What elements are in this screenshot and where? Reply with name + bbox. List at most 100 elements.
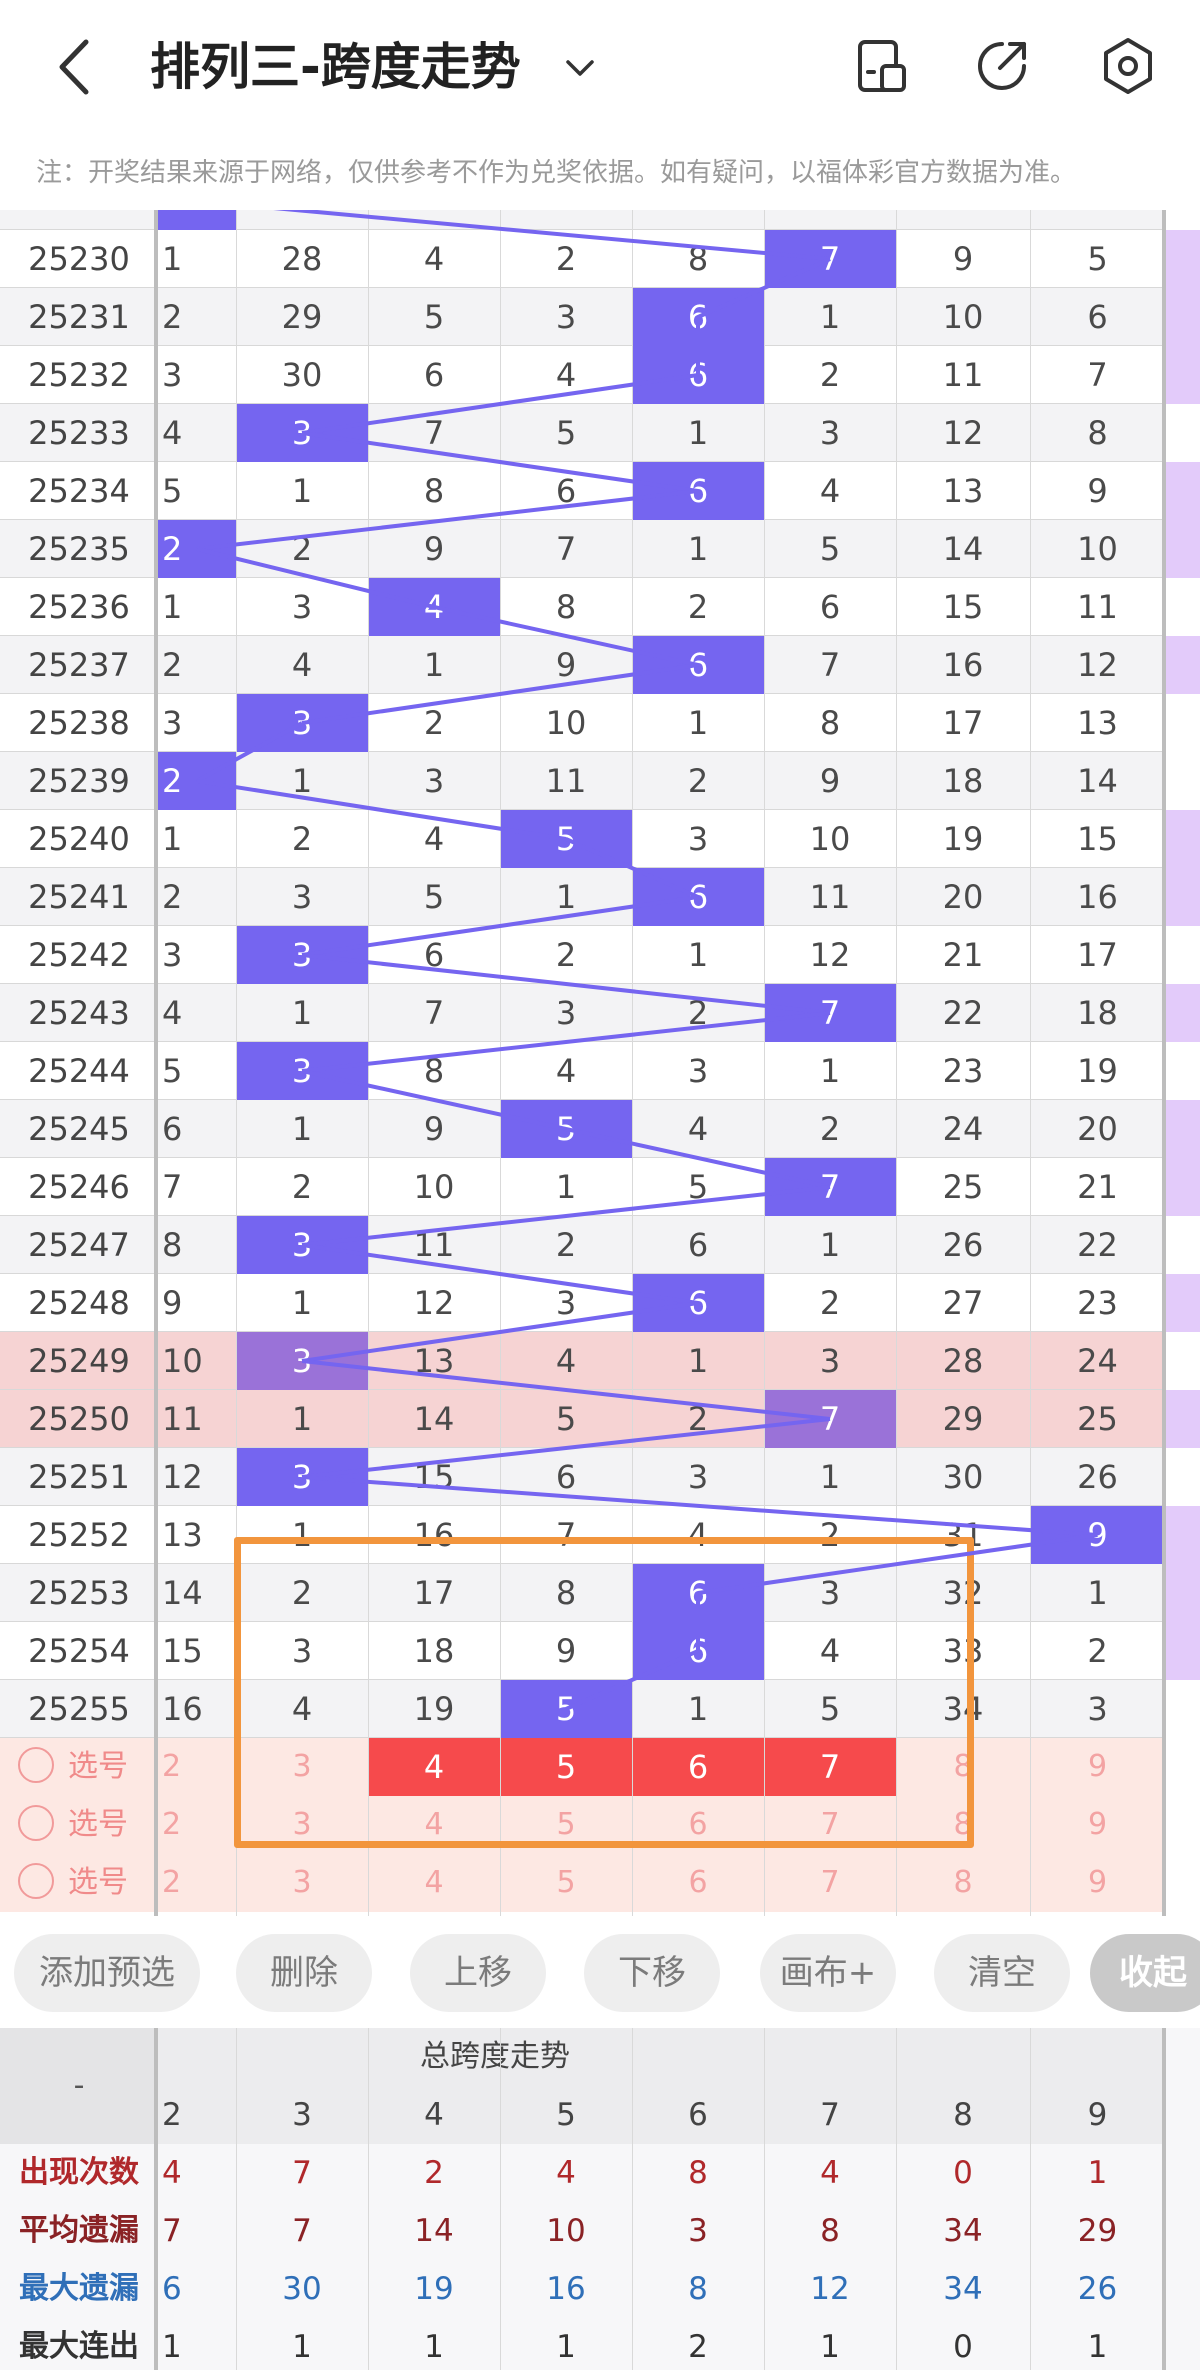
omission-cell[interactable]: 3 (368, 752, 500, 810)
omission-cell[interactable]: 7 (764, 636, 896, 694)
omission-cell[interactable]: 19 (896, 810, 1030, 868)
pick-number-2[interactable]: 2 (158, 1854, 236, 1912)
omission-cell[interactable]: 15 (1030, 810, 1165, 868)
hit-cell[interactable]: 3 (236, 1448, 368, 1506)
omission-cell[interactable]: 10 (764, 810, 896, 868)
omission-cell[interactable]: 1 (632, 926, 764, 984)
omission-cell[interactable]: 2 (500, 1216, 632, 1274)
omission-cell[interactable]: 9 (500, 636, 632, 694)
omission-cell[interactable]: 21 (896, 926, 1030, 984)
omission-cell[interactable]: 4 (368, 810, 500, 868)
omission-cell[interactable]: 19 (1030, 1042, 1165, 1100)
hit-cell[interactable]: 6 (632, 346, 764, 404)
omission-cell[interactable]: 3 (236, 578, 368, 636)
omission-cell[interactable]: 2 (632, 1390, 764, 1448)
omission-cell[interactable]: 1 (236, 1100, 368, 1158)
pick-number-5[interactable]: 5 (500, 1854, 632, 1912)
hit-cell[interactable]: 3 (236, 926, 368, 984)
table-row[interactable]: 25240 1 2 4 5 3 10 19 15 (0, 810, 1165, 868)
hit-cell[interactable]: 3 (236, 1332, 368, 1390)
hit-cell[interactable]: 4 (368, 578, 500, 636)
omission-cell[interactable]: 8 (158, 1216, 236, 1274)
omission-cell[interactable]: 15 (158, 1622, 236, 1680)
hit-cell[interactable]: 7 (764, 1390, 896, 1448)
omission-cell[interactable]: 2 (158, 868, 236, 926)
table-row[interactable]: 25248 9 1 12 3 6 2 27 23 (0, 1274, 1165, 1332)
omission-cell[interactable]: 7 (500, 520, 632, 578)
omission-cell[interactable]: 2 (236, 520, 368, 578)
omission-cell[interactable]: 4 (500, 1332, 632, 1390)
omission-cell[interactable]: 1 (236, 1390, 368, 1448)
omission-cell[interactable]: 2 (500, 230, 632, 288)
omission-cell[interactable]: 3 (500, 984, 632, 1042)
omission-cell[interactable]: 29 (236, 288, 368, 346)
omission-cell[interactable]: 3 (632, 1042, 764, 1100)
pick-number-2[interactable]: 2 (158, 1796, 236, 1854)
hit-cell[interactable]: 7 (764, 1158, 896, 1216)
settings-icon[interactable] (1098, 36, 1158, 96)
pick-number-7[interactable]: 7 (764, 1854, 896, 1912)
omission-cell[interactable]: 2 (158, 636, 236, 694)
omission-cell[interactable]: 26 (1030, 1448, 1165, 1506)
omission-cell[interactable]: 4 (500, 346, 632, 404)
table-row[interactable]: 25241 2 3 5 1 6 11 20 16 (0, 868, 1165, 926)
hit-cell[interactable]: 3 (236, 1042, 368, 1100)
omission-cell[interactable]: 15 (896, 578, 1030, 636)
pick-number-3[interactable]: 3 (236, 1854, 368, 1912)
omission-cell[interactable]: 1 (236, 1274, 368, 1332)
omission-cell[interactable]: 15 (368, 1448, 500, 1506)
hit-cell[interactable]: 6 (632, 1274, 764, 1332)
omission-cell[interactable]: 6 (1030, 288, 1165, 346)
omission-cell[interactable]: 3 (1030, 1680, 1165, 1738)
omission-cell[interactable]: 1 (158, 810, 236, 868)
omission-cell[interactable]: 17 (896, 694, 1030, 752)
canvas-button[interactable]: 画布+ (760, 1934, 896, 2012)
omission-cell[interactable]: 4 (632, 1100, 764, 1158)
hit-cell[interactable]: 6 (632, 288, 764, 346)
table-row[interactable]: 25245 6 1 9 5 4 2 24 20 (0, 1100, 1165, 1158)
pick-number-8[interactable]: 8 (896, 1854, 1030, 1912)
omission-cell[interactable]: 1 (236, 752, 368, 810)
omission-cell[interactable]: 3 (158, 694, 236, 752)
hit-cell[interactable]: 5 (500, 1100, 632, 1158)
hit-cell[interactable]: 2 (158, 520, 236, 578)
omission-cell[interactable]: 4 (236, 636, 368, 694)
omission-cell[interactable]: 27 (896, 1274, 1030, 1332)
omission-cell[interactable]: 5 (500, 1390, 632, 1448)
omission-cell[interactable]: 12 (1030, 636, 1165, 694)
omission-cell[interactable]: 4 (158, 984, 236, 1042)
omission-cell[interactable]: 3 (158, 926, 236, 984)
omission-cell[interactable]: 3 (764, 1332, 896, 1390)
omission-cell[interactable]: 28 (236, 230, 368, 288)
omission-cell[interactable]: 14 (368, 1390, 500, 1448)
clear-button[interactable]: 清空 (934, 1934, 1070, 2012)
omission-cell[interactable]: 23 (896, 1042, 1030, 1100)
table-row[interactable]: 25246 7 2 10 1 5 7 25 21 (0, 1158, 1165, 1216)
omission-cell[interactable]: 12 (896, 404, 1030, 462)
move-up-button[interactable]: 上移 (410, 1934, 546, 2012)
pick-number-2[interactable]: 2 (158, 1738, 236, 1796)
omission-cell[interactable]: 16 (896, 636, 1030, 694)
omission-cell[interactable]: 6 (500, 462, 632, 520)
omission-cell[interactable]: 2 (236, 1158, 368, 1216)
layout-icon[interactable] (852, 36, 912, 96)
radio-circle-icon[interactable] (18, 1746, 54, 1783)
omission-cell[interactable]: 10 (896, 288, 1030, 346)
table-row[interactable]: 25236 1 3 4 8 2 6 15 11 (0, 578, 1165, 636)
omission-cell[interactable]: 10 (1030, 520, 1165, 578)
omission-cell[interactable]: 28 (896, 1332, 1030, 1390)
omission-cell[interactable]: 7 (368, 984, 500, 1042)
omission-cell[interactable]: 6 (158, 1100, 236, 1158)
share-icon[interactable] (972, 36, 1032, 96)
hit-cell[interactable]: 7 (764, 230, 896, 288)
omission-cell[interactable]: 18 (896, 752, 1030, 810)
omission-cell[interactable]: 11 (896, 346, 1030, 404)
omission-cell[interactable]: 8 (500, 578, 632, 636)
omission-cell[interactable]: 5 (764, 520, 896, 578)
omission-cell[interactable]: 9 (896, 230, 1030, 288)
hit-cell[interactable]: 3 (236, 694, 368, 752)
omission-cell[interactable]: 5 (158, 1042, 236, 1100)
omission-cell[interactable]: 12 (368, 1274, 500, 1332)
omission-cell[interactable]: 6 (632, 1216, 764, 1274)
table-row[interactable]: 25243 4 1 7 3 2 7 22 18 (0, 984, 1165, 1042)
